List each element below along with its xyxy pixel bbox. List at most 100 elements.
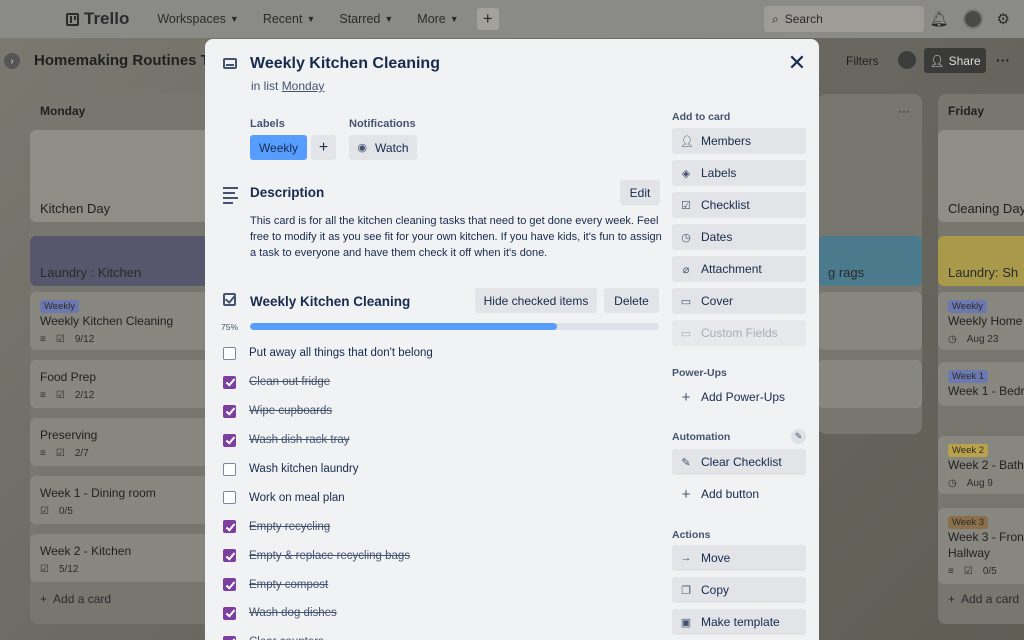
checkbox-unchecked[interactable] bbox=[223, 462, 236, 476]
list-item[interactable]: Week 2 - Kitchen ☑ 5/12 bbox=[30, 534, 230, 582]
make-template-button[interactable]: ▣ Make template bbox=[672, 609, 806, 635]
list-item[interactable]: Week 2 Week 2 - Bath ◷ Aug 9 bbox=[938, 436, 1024, 494]
cover-button[interactable]: ▭ Cover bbox=[672, 288, 806, 314]
add-card-button[interactable]: + Add a card bbox=[40, 592, 111, 606]
checkbox-unchecked[interactable] bbox=[223, 346, 236, 360]
list-item[interactable] bbox=[818, 292, 922, 350]
checklist-item[interactable]: Put away all things that don't belong bbox=[223, 339, 663, 368]
nav-more[interactable]: More ▼ bbox=[417, 12, 458, 26]
list-item[interactable]: Weekly Weekly Home I ◷ Aug 23 bbox=[938, 292, 1024, 350]
watch-button[interactable]: ◉ Watch bbox=[349, 135, 417, 160]
members-button[interactable]: 👤︎ Members bbox=[672, 128, 806, 154]
avatar[interactable] bbox=[896, 49, 918, 71]
delete-checklist-button[interactable]: Delete bbox=[604, 288, 659, 313]
checklist-item[interactable]: Wash dish rack tray bbox=[223, 426, 663, 455]
checklist-item-text[interactable]: Clean out fridge bbox=[249, 376, 330, 388]
share-button[interactable]: 👤︎ Share bbox=[924, 48, 986, 73]
checkbox-checked[interactable] bbox=[223, 520, 236, 534]
filters-button[interactable]: Filters bbox=[846, 54, 879, 68]
checkbox-checked[interactable] bbox=[223, 375, 236, 389]
more-icon[interactable]: ··· bbox=[996, 52, 1010, 68]
list-menu-icon[interactable]: ··· bbox=[898, 104, 910, 118]
description-icon bbox=[223, 187, 238, 207]
checklist-button[interactable]: ☑ Checklist bbox=[672, 192, 806, 218]
list-item[interactable]: Week 1 - Dining room ☑ 0/5 bbox=[30, 476, 230, 524]
checklist-item[interactable]: Empty & replace recycling bags bbox=[223, 541, 663, 570]
checklist-item-text[interactable]: Clear counters bbox=[249, 636, 324, 640]
board-title[interactable]: Homemaking Routines Tı bbox=[34, 52, 214, 69]
checklist-item-text[interactable]: Wash kitchen laundry bbox=[249, 463, 359, 475]
avatar[interactable] bbox=[962, 9, 983, 29]
label-weekly[interactable]: Weekly bbox=[250, 135, 307, 160]
notifications-icon[interactable]: 🔔︎ bbox=[930, 10, 949, 28]
tag-icon: ◈ bbox=[681, 167, 691, 180]
checkbox-unchecked[interactable] bbox=[223, 491, 236, 505]
checklist-item[interactable]: Empty recycling bbox=[223, 512, 663, 541]
sidebar-toggle-icon[interactable]: › bbox=[4, 53, 20, 69]
list-item[interactable]: Week 1 Week 1 - Bedro bbox=[938, 362, 1024, 406]
list-item[interactable]: Food Prep ≡ ☑ 2/12 bbox=[30, 360, 230, 408]
custom-fields-button[interactable]: ▭ Custom Fields bbox=[672, 320, 806, 346]
checklist-item-text[interactable]: Wash dog dishes bbox=[249, 607, 337, 619]
checkbox-checked[interactable] bbox=[223, 549, 236, 563]
create-button[interactable]: + bbox=[476, 8, 499, 30]
checklist-item[interactable]: Wash kitchen laundry bbox=[223, 455, 663, 484]
list-link[interactable]: Monday bbox=[282, 79, 325, 93]
checklist-item[interactable]: Clean out fridge bbox=[223, 368, 663, 397]
checklist-title[interactable]: Weekly Kitchen Cleaning bbox=[250, 294, 410, 309]
pencil-icon[interactable]: ✎ bbox=[791, 429, 806, 444]
checklist-item-text[interactable]: Wash dish rack tray bbox=[249, 434, 350, 446]
copy-icon: ❐ bbox=[681, 584, 691, 597]
trello-logo[interactable]: Trello bbox=[66, 9, 129, 29]
close-icon[interactable]: ✕ bbox=[785, 51, 809, 75]
list-item[interactable]: Weekly Weekly Kitchen Cleaning ≡ ☑ 9/12 bbox=[30, 292, 230, 350]
checkbox-checked[interactable] bbox=[223, 606, 236, 620]
attachment-button[interactable]: ⌀ Attachment bbox=[672, 256, 806, 282]
edit-description-button[interactable]: Edit bbox=[620, 180, 660, 205]
list-title[interactable]: Friday bbox=[948, 104, 984, 118]
labels-button[interactable]: ◈ Labels bbox=[672, 160, 806, 186]
move-button[interactable]: → Move bbox=[672, 545, 806, 571]
nav-starred[interactable]: Starred ▼ bbox=[339, 12, 393, 26]
checkbox-checked[interactable] bbox=[223, 433, 236, 447]
checklist-item[interactable]: Work on meal plan bbox=[223, 483, 663, 512]
checklist-item[interactable]: Wash dog dishes bbox=[223, 599, 663, 628]
checkbox-checked[interactable] bbox=[223, 404, 236, 418]
list-item[interactable]: Week 3 Week 3 - Front Hallway ≡ ☑ 0/5 bbox=[938, 508, 1024, 584]
checklist-item-text[interactable]: Empty & replace recycling bags bbox=[249, 550, 410, 562]
list-title[interactable]: Monday bbox=[40, 104, 85, 118]
hide-checked-button[interactable]: Hide checked items bbox=[475, 288, 597, 313]
add-button-button[interactable]: + Add button bbox=[672, 481, 806, 507]
description-text[interactable]: This card is for all the kitchen cleanin… bbox=[250, 213, 670, 261]
checklist-item[interactable]: Wipe cupboards bbox=[223, 397, 663, 426]
list-item[interactable]: g rags bbox=[818, 236, 922, 286]
add-label-button[interactable]: + bbox=[311, 135, 336, 160]
add-power-ups-button[interactable]: + Add Power-Ups bbox=[672, 384, 806, 410]
checklist-item-text[interactable]: Empty recycling bbox=[249, 521, 330, 533]
checkbox-checked[interactable] bbox=[223, 578, 236, 592]
checklist-item[interactable]: Clear counters bbox=[223, 628, 663, 640]
checkbox-checked[interactable] bbox=[223, 635, 236, 640]
search-input[interactable]: ⌕ Search bbox=[764, 6, 924, 32]
list-item[interactable] bbox=[818, 360, 922, 408]
add-card-button[interactable]: + Add a card bbox=[948, 592, 1019, 606]
checklist-item-text[interactable]: Work on meal plan bbox=[249, 492, 345, 504]
add-to-card-heading: Add to card bbox=[672, 111, 731, 123]
list-item[interactable]: Kitchen Day bbox=[30, 130, 230, 222]
gear-icon[interactable]: ⚙ bbox=[997, 10, 1010, 28]
card-title: Cleaning Day bbox=[948, 201, 1024, 216]
copy-button[interactable]: ❐ Copy bbox=[672, 577, 806, 603]
list-item[interactable]: Laundry : Kitchen bbox=[30, 236, 230, 286]
card-title[interactable]: Weekly Kitchen Cleaning bbox=[250, 55, 440, 73]
checklist-item-text[interactable]: Wipe cupboards bbox=[249, 405, 332, 417]
nav-workspaces[interactable]: Workspaces ▼ bbox=[157, 12, 238, 26]
list-item[interactable]: Preserving ≡ ☑ 2/7 bbox=[30, 418, 230, 466]
list-item[interactable]: Laundry: Sh bbox=[938, 236, 1024, 286]
checklist-item-text[interactable]: Put away all things that don't belong bbox=[249, 347, 433, 359]
list-item[interactable]: Cleaning Day bbox=[938, 130, 1024, 222]
clear-checklist-button[interactable]: ✎ Clear Checklist bbox=[672, 449, 806, 475]
checklist-item[interactable]: Empty compost bbox=[223, 570, 663, 599]
dates-button[interactable]: ◷ Dates bbox=[672, 224, 806, 250]
nav-recent[interactable]: Recent ▼ bbox=[263, 12, 316, 26]
checklist-item-text[interactable]: Empty compost bbox=[249, 579, 328, 591]
